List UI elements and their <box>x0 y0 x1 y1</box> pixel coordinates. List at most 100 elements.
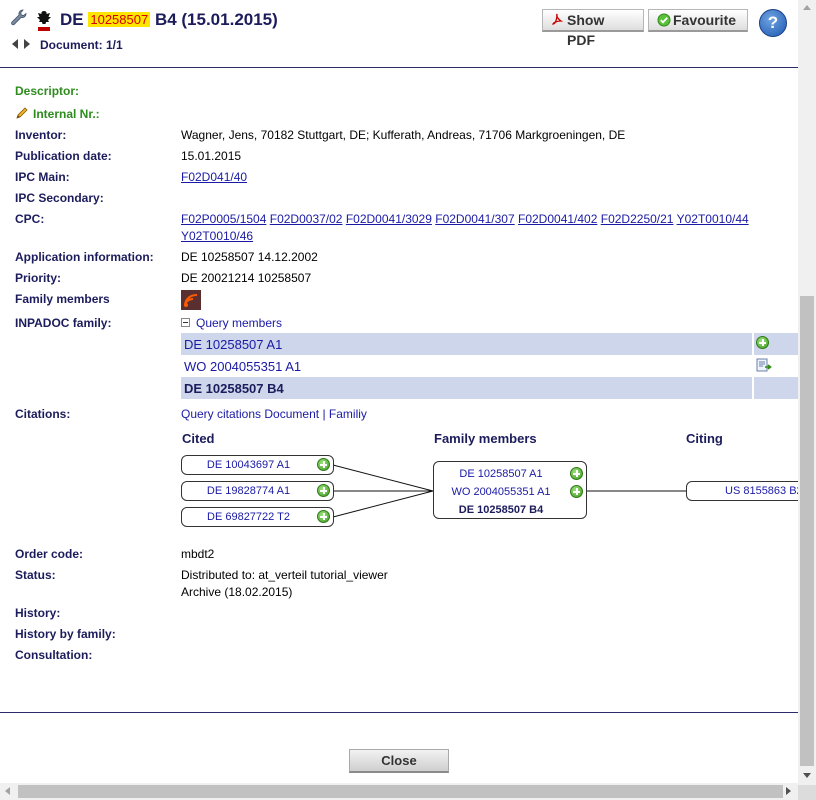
table-cell-action <box>752 355 798 377</box>
ipc-main-link[interactable]: F02D041/40 <box>181 170 247 184</box>
family-node-label[interactable]: WO 2004055351 A1 <box>451 486 550 498</box>
publication-date-label: Publication date: <box>15 149 112 163</box>
order-code-value: mbdt2 <box>181 547 215 561</box>
title-country: DE <box>60 10 84 29</box>
ipc-secondary-label: IPC Secondary: <box>15 191 104 205</box>
cpc-code-link[interactable]: F02D0041/3029 <box>346 212 432 226</box>
scroll-left-icon[interactable] <box>5 787 10 795</box>
add-plus-icon[interactable] <box>317 510 330 523</box>
add-plus-icon[interactable] <box>317 458 330 471</box>
next-document-icon[interactable] <box>24 39 30 49</box>
table-cell-action <box>752 333 798 355</box>
inpadoc-member-link[interactable]: WO 2004055351 A1 <box>181 355 753 377</box>
favourite-label: Favourite <box>673 12 737 28</box>
citations-document-link[interactable]: Document <box>264 407 319 421</box>
wrench-icon[interactable] <box>9 8 29 28</box>
add-plus-icon[interactable] <box>570 485 583 498</box>
cited-node[interactable]: DE 69827722 T2 <box>181 507 334 527</box>
query-citations-link[interactable]: Query citations <box>181 407 261 421</box>
consultation-label: Consultation: <box>15 648 93 662</box>
citations-label: Citations: <box>15 407 71 421</box>
collapse-minus-icon[interactable] <box>181 318 190 327</box>
cpc-code-link[interactable]: F02D0041/402 <box>518 212 597 226</box>
cpc-codes-line1: F02P0005/1504 F02D0037/02 F02D0041/3029 … <box>181 212 749 226</box>
cited-node-label[interactable]: DE 19828774 A1 <box>207 485 290 497</box>
scroll-up-icon[interactable] <box>803 5 811 10</box>
document-counter: Document: 1/1 <box>40 38 123 52</box>
show-pdf-label: Show PDF <box>567 12 605 48</box>
status-label: Status: <box>15 568 56 582</box>
query-members-link[interactable]: Query members <box>196 316 282 330</box>
title-kind-date: B4 (15.01.2015) <box>154 10 278 29</box>
add-plus-icon[interactable] <box>756 336 769 349</box>
application-label: Application information: <box>15 250 154 264</box>
family-members-label: Family members <box>15 292 110 306</box>
add-plus-icon[interactable] <box>317 484 330 497</box>
document-header: DE 10258507 B4 (15.01.2015) Document: 1/… <box>0 0 798 68</box>
previous-document-icon[interactable] <box>12 39 18 49</box>
citations-family-link[interactable]: Familiy <box>329 407 367 421</box>
pdf-icon <box>551 13 563 25</box>
show-pdf-button[interactable]: Show PDF <box>542 9 644 48</box>
priority-label: Priority: <box>15 271 62 285</box>
help-icon[interactable]: ? <box>759 9 787 37</box>
cited-node[interactable]: DE 10043697 A1 <box>181 455 334 475</box>
page-title: DE 10258507 B4 (15.01.2015) <box>60 10 278 30</box>
inpadoc-member-link[interactable]: DE 10258507 A1 <box>181 333 753 355</box>
vertical-scrollbar[interactable] <box>798 0 816 785</box>
inpadoc-members-table: DE 10258507 A1 WO 2004055351 A1 DE 10258… <box>181 333 798 399</box>
close-button[interactable]: Close <box>349 749 449 773</box>
cited-node[interactable]: DE 19828774 A1 <box>181 481 334 501</box>
horizontal-scroll-thumb[interactable] <box>18 785 783 798</box>
inventor-value: Wagner, Jens, 70182 Stuttgart, DE; Kuffe… <box>181 128 626 142</box>
inpadoc-family-label: INPADOC family: <box>15 316 112 330</box>
favourite-button[interactable]: Favourite <box>648 9 748 32</box>
pencil-icon[interactable] <box>15 106 29 120</box>
priority-value: DE 20021214 10258507 <box>181 271 312 285</box>
internal-nr-label: Internal Nr.: <box>33 107 100 121</box>
dpma-eagle-icon <box>37 11 51 31</box>
family-graph-icon[interactable] <box>181 290 201 310</box>
footer-divider <box>0 712 798 713</box>
citing-node-label[interactable]: US 8155863 B2 <box>725 485 803 497</box>
vertical-scroll-thumb[interactable] <box>800 296 814 766</box>
open-document-icon[interactable] <box>756 358 772 372</box>
cpc-code-link[interactable]: F02D0037/02 <box>270 212 343 226</box>
query-members-toggle[interactable]: Query members <box>181 316 282 330</box>
table-row: WO 2004055351 A1 <box>181 355 798 377</box>
add-plus-icon[interactable] <box>570 467 583 480</box>
check-icon <box>657 13 671 27</box>
scroll-right-icon[interactable] <box>786 787 791 795</box>
citations-query-line: Query citations Document | Familiy <box>181 407 367 421</box>
descriptor-label: Descriptor: <box>15 84 80 98</box>
family-node-current: DE 10258507 B4 <box>458 504 544 516</box>
title-number-highlight: 10258507 <box>88 12 151 27</box>
cpc-code-link[interactable]: Y02T0010/46 <box>181 229 253 243</box>
cpc-code-link[interactable]: Y02T0010/44 <box>677 212 749 226</box>
cpc-label: CPC: <box>15 212 45 226</box>
cpc-code-link[interactable]: F02D2250/21 <box>601 212 674 226</box>
table-row: DE 10258507 A1 <box>181 333 798 355</box>
horizontal-scrollbar[interactable] <box>0 783 798 800</box>
family-node-label[interactable]: DE 10258507 A1 <box>459 468 542 480</box>
cited-node-label[interactable]: DE 69827722 T2 <box>207 511 290 523</box>
cited-node-label[interactable]: DE 10043697 A1 <box>207 459 290 471</box>
document-navigator: Document: 1/1 <box>12 38 123 52</box>
scroll-down-icon[interactable] <box>803 773 811 778</box>
history-label: History: <box>15 606 61 620</box>
table-row: DE 10258507 B4 <box>181 377 798 399</box>
family-node: DE 10258507 A1 WO 2004055351 A1 DE 10258… <box>433 461 587 519</box>
internal-nr-row: Internal Nr.: <box>15 106 100 121</box>
ipc-main-label: IPC Main: <box>15 170 70 184</box>
status-line-distributed: Distributed to: at_verteil tutorial_view… <box>181 568 388 582</box>
status-line-archive: Archive (18.02.2015) <box>181 585 293 599</box>
order-code-label: Order code: <box>15 547 84 561</box>
publication-date-value: 15.01.2015 <box>181 149 242 163</box>
table-cell-action <box>752 377 798 399</box>
application-value: DE 10258507 14.12.2002 <box>181 250 318 264</box>
citing-node[interactable]: US 8155863 B2 <box>686 481 816 501</box>
header-divider <box>0 67 798 68</box>
cpc-code-link[interactable]: F02D0041/307 <box>435 212 514 226</box>
citations-separator: | <box>322 407 326 421</box>
cpc-code-link[interactable]: F02P0005/1504 <box>181 212 266 226</box>
